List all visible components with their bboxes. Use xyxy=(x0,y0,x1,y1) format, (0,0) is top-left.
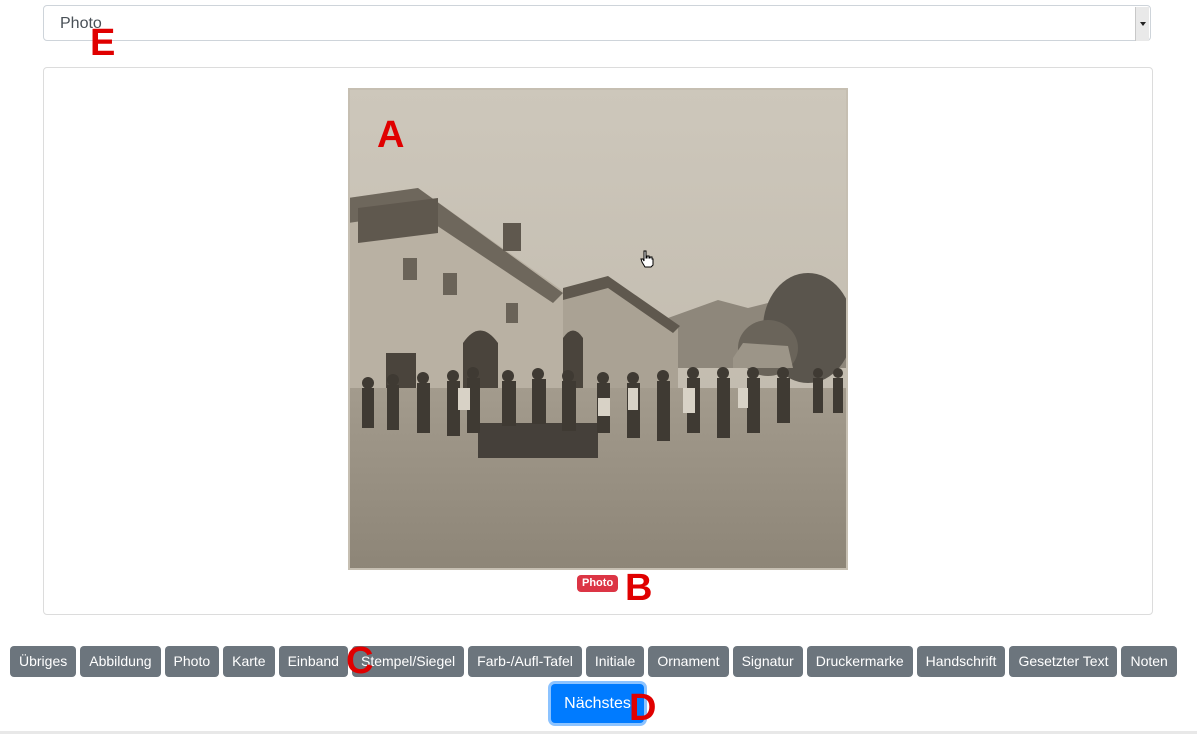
category-button-farb-aufl-tafel[interactable]: Farb-/Aufl-Tafel xyxy=(468,646,582,677)
category-button-signatur[interactable]: Signatur xyxy=(732,646,803,677)
category-button-ubriges[interactable]: Übriges xyxy=(10,646,77,677)
marker-a: A xyxy=(377,114,405,156)
marker-c: C xyxy=(346,640,374,682)
photo-scene-icon xyxy=(348,88,848,570)
hand-cursor-icon xyxy=(640,250,654,273)
type-badge: Photo xyxy=(577,575,619,592)
type-select[interactable]: Photo xyxy=(43,5,1151,41)
photo-image[interactable] xyxy=(348,88,848,570)
marker-b: B xyxy=(625,567,653,609)
image-card: Photo xyxy=(43,67,1153,615)
category-button-row: Übriges Abbildung Photo Karte Einband St… xyxy=(10,646,1177,677)
category-button-karte[interactable]: Karte xyxy=(223,646,275,677)
category-button-handschrift[interactable]: Handschrift xyxy=(916,646,1006,677)
marker-e: E xyxy=(90,22,116,64)
category-button-noten[interactable]: Noten xyxy=(1121,646,1177,677)
category-button-abbildung[interactable]: Abbildung xyxy=(80,646,161,677)
category-button-initiale[interactable]: Initiale xyxy=(585,646,645,677)
category-button-druckermarke[interactable]: Druckermarke xyxy=(806,646,913,677)
category-button-gesetzter-text[interactable]: Gesetzter Text xyxy=(1009,646,1118,677)
category-button-ornament[interactable]: Ornament xyxy=(648,646,729,677)
marker-d: D xyxy=(629,687,657,729)
category-button-photo[interactable]: Photo xyxy=(164,646,220,677)
category-button-einband[interactable]: Einband xyxy=(278,646,348,677)
chevron-down-icon[interactable] xyxy=(1135,7,1149,41)
